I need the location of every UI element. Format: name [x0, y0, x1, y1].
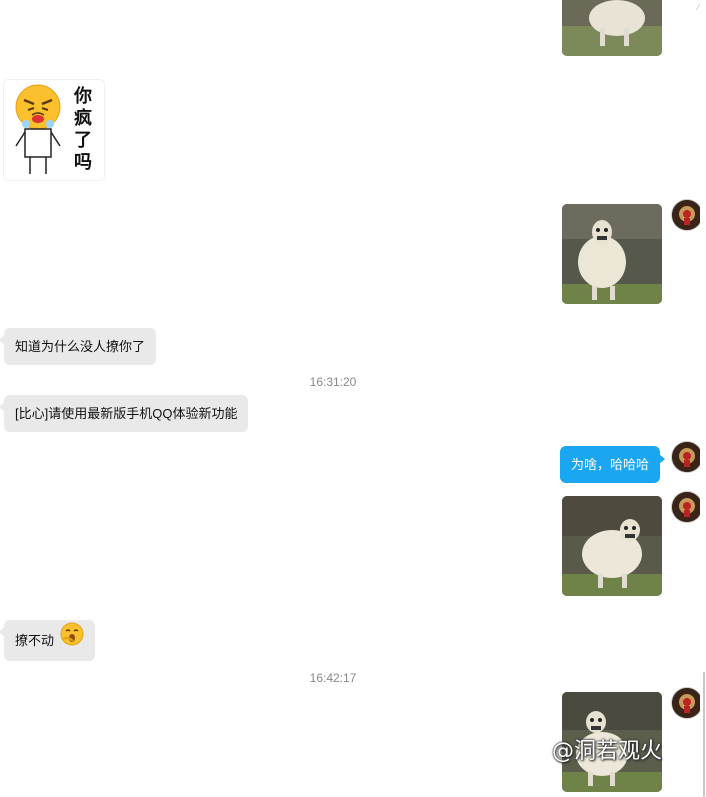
user-avatar-icon[interactable] — [672, 688, 702, 718]
incoming-message: 知道为什么没人撩你了 — [0, 328, 157, 365]
timestamp: 16:42:17 — [309, 671, 357, 685]
watermark-text: @洞若观火 — [552, 739, 663, 764]
message-text: 撩不动 — [15, 633, 55, 648]
user-avatar-icon[interactable] — [672, 492, 702, 522]
sticker-are-you-crazy[interactable]: 你 疯 了 吗 — [4, 80, 104, 180]
incoming-message: 撩不动 — [0, 620, 95, 662]
scrollbar-thumb[interactable] — [703, 672, 705, 797]
message-text: 为啥，哈哈哈 — [571, 457, 650, 472]
message-text: 知道为什么没人撩你了 — [15, 339, 146, 354]
sticker-char-1: 你 — [74, 86, 92, 107]
incoming-message: [比心]请使用最新版手机QQ体验新功能 — [0, 395, 249, 432]
timestamp: 16:31:20 — [309, 375, 357, 389]
watermark: @洞若观火 — [552, 733, 662, 765]
sticker-char-3: 了 — [74, 130, 92, 151]
sheep-gif-top[interactable] — [562, 0, 662, 56]
message-text: [比心]请使用最新版手机QQ体验新功能 — [15, 406, 238, 421]
sheep-gif-3[interactable] — [562, 496, 662, 596]
user-avatar-icon[interactable] — [672, 442, 702, 472]
yawn-emoji-icon — [60, 621, 84, 662]
sticker-char-2: 疯 — [74, 108, 92, 129]
sticker-caption: 你 疯 了 吗 — [70, 86, 96, 174]
sticker-char-4: 吗 — [74, 152, 92, 173]
outgoing-message: 为啥，哈哈哈 — [560, 446, 666, 483]
sheep-gif-2[interactable] — [562, 204, 662, 304]
user-avatar-icon[interactable] — [672, 200, 702, 230]
